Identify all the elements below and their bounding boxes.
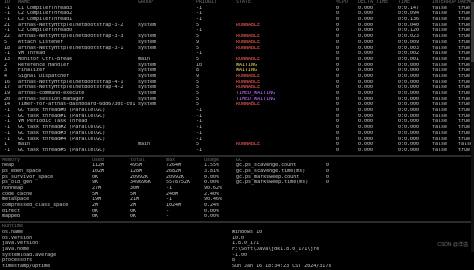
cell: -1 [4, 147, 11, 153]
cell: -1 [196, 147, 203, 153]
runtime-table: Runtime os.name Windows 10 os.version 10.0 ja… [0, 224, 474, 270]
cell: - [166, 214, 170, 220]
cell: 0 [336, 147, 340, 153]
memory-table: Memory used total max usage GC heap 112M 495M 726… [0, 158, 474, 221]
cell: false [432, 147, 448, 153]
cell: 0K [130, 214, 137, 220]
section-divider [0, 154, 474, 157]
cell: 0:0.000 [398, 147, 420, 153]
cell: Sun Jan 16 18:34:23 CST 2024/317s [232, 263, 332, 269]
watermark: CSDN @洋溢 [437, 242, 468, 249]
cell: mapped [2, 214, 21, 220]
cell: 0.00% [204, 214, 220, 220]
cell: GC task thread#5 (ParallelGC) [18, 147, 106, 153]
thread-table: ID NAME GROUP PRIORITY STATE %CPU DELTA_TIME TI… [0, 0, 474, 154]
table-row[interactable]: mapped 0K 0K - 0.00% [0, 214, 474, 220]
cell: 0.000 [358, 147, 374, 153]
terminal-window: ID NAME GROUP PRIORITY STATE %CPU DELTA_TIME TI… [0, 0, 474, 269]
table-row[interactable]: -1 GC task thread#5 (ParallelGC) -1 0 0.000 0… [0, 148, 474, 154]
cell: 0K [92, 214, 99, 220]
cell: timestamp/uptime [2, 263, 51, 269]
cell: true [458, 147, 471, 153]
table-row[interactable]: timestamp/uptime Sun Jan 16 18:34:23 CST … [0, 264, 474, 270]
section-divider [0, 221, 474, 224]
